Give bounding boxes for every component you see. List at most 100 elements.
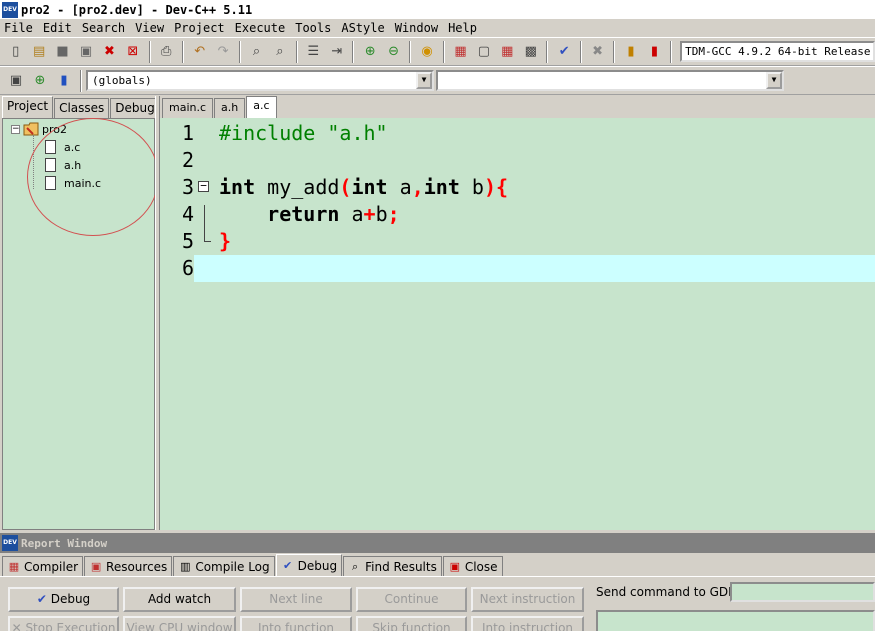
resources-icon: ▣	[90, 559, 102, 573]
tab-project[interactable]: Project	[2, 96, 54, 118]
menu-help[interactable]: Help	[444, 21, 481, 35]
project-folder-icon	[23, 122, 39, 136]
continue-button[interactable]: Continue	[356, 587, 467, 612]
tab-classes[interactable]: Classes	[54, 98, 110, 118]
menu-bar: File Edit Search View Project Execute To…	[0, 19, 875, 37]
debug-panel: ✔ Debug Add watch Next line Continue Nex…	[0, 576, 875, 631]
check-syntax-icon[interactable]: ✔	[554, 41, 574, 62]
view-cpu-window-button[interactable]: View CPU window	[123, 616, 236, 631]
undo-icon[interactable]: ↶	[189, 41, 209, 62]
title-bar: DEV pro2 - [pro2.dev] - Dev-C++ 5.11	[0, 0, 875, 19]
gdb-command-label: Send command to GDB:	[596, 585, 741, 599]
members-combo[interactable]: ▼	[436, 70, 784, 91]
class-browser-icon[interactable]: ▮	[54, 70, 75, 91]
report-window-titlebar: DEV Report Window	[0, 533, 875, 553]
annotation-circle	[27, 118, 159, 236]
replace-icon[interactable]: ⌕	[270, 41, 290, 62]
tab-label: Compile Log	[195, 559, 270, 574]
menu-file[interactable]: File	[0, 21, 37, 35]
print-icon[interactable]: ⎙	[156, 41, 176, 62]
menu-search[interactable]: Search	[78, 21, 129, 35]
stop-execution-button[interactable]: ✕ Stop Execution	[8, 616, 119, 631]
class-toolbar: ▣ ⊕ ▮ (globals) ▼ ▼	[0, 66, 875, 95]
class-nav-icon[interactable]: ▣	[6, 70, 27, 91]
toolbar-separator	[238, 40, 241, 63]
stop-icon: ✕	[11, 621, 26, 631]
tab-find-results[interactable]: ⌕ Find Results	[343, 556, 442, 576]
next-instruction-button[interactable]: Next instruction	[471, 587, 584, 612]
editor-tabs: main.c a.h a.c	[162, 96, 278, 118]
add-class-icon[interactable]: ⊕	[30, 70, 51, 91]
scope-combo[interactable]: (globals) ▼	[86, 70, 434, 91]
compiler-select[interactable]: TDM-GCC 4.9.2 64-bit Release	[680, 41, 875, 62]
chevron-down-icon[interactable]: ▼	[766, 72, 782, 89]
menu-astyle[interactable]: AStyle	[337, 21, 388, 35]
main-toolbar: ▯ ▤ ■ ▣ ✖ ⊠ ⎙ ↶ ↷ ⌕ ⌕ ☰ ⇥ ⊕ ⊖ ◉ ▦ ▢ ▦ ▩ …	[0, 37, 875, 66]
line-number: 4	[181, 202, 194, 226]
into-function-button[interactable]: Into function	[240, 616, 352, 631]
bar-chart-icon: ▥	[180, 559, 191, 573]
tab-compiler[interactable]: ▦ Compiler	[2, 556, 84, 576]
fold-toggle-icon[interactable]: −	[198, 180, 209, 192]
chevron-down-icon[interactable]: ▼	[416, 72, 432, 89]
into-instruction-button[interactable]: Into instruction	[471, 616, 584, 631]
tab-label: Debug	[297, 558, 338, 573]
tab-a-c[interactable]: a.c	[246, 96, 277, 118]
tab-a-h[interactable]: a.h	[214, 98, 246, 118]
report-tabs: ▦ Compiler ▣ Resources ▥ Compile Log ✔ Debug…	[2, 554, 504, 576]
close-file-icon[interactable]: ✖	[99, 41, 119, 62]
profile-icon[interactable]: ▮	[621, 41, 641, 62]
redo-icon[interactable]: ↷	[213, 41, 233, 62]
code-line: 1 #include "a.h"	[160, 120, 875, 147]
close-all-icon[interactable]: ⊠	[123, 41, 143, 62]
toolbar-separator	[613, 40, 616, 63]
tab-close[interactable]: ▣ Close	[442, 556, 503, 576]
debug-button[interactable]: ✔ Debug	[8, 587, 119, 612]
gdb-command-input[interactable]	[730, 582, 875, 602]
tab-resources[interactable]: ▣ Resources	[84, 556, 173, 576]
next-line-button[interactable]: Next line	[240, 587, 352, 612]
goto-line-icon[interactable]: ⇥	[327, 41, 347, 62]
menu-execute[interactable]: Execute	[231, 21, 290, 35]
tab-main-c[interactable]: main.c	[162, 98, 214, 118]
rebuild-all-icon[interactable]: ▩	[521, 41, 541, 62]
tab-debug-report[interactable]: ✔ Debug	[275, 554, 343, 576]
menu-window[interactable]: Window	[391, 21, 442, 35]
stop-execution-icon[interactable]: ✖	[587, 41, 607, 62]
button-label: Stop Execution	[25, 621, 116, 631]
toolbar-separator	[80, 69, 82, 92]
remove-from-project-icon[interactable]: ⊖	[383, 41, 403, 62]
code-text: #include "a.h"	[219, 121, 388, 145]
add-watch-button[interactable]: Add watch	[123, 587, 236, 612]
toolbar-separator	[352, 40, 355, 63]
toolbar-separator	[442, 40, 445, 63]
menu-edit[interactable]: Edit	[39, 21, 76, 35]
toolbar-separator	[546, 40, 549, 63]
menu-project[interactable]: Project	[170, 21, 229, 35]
tab-label: Compiler	[24, 559, 79, 574]
new-file-icon[interactable]: ▯	[6, 41, 26, 62]
collapse-icon[interactable]: −	[11, 124, 20, 134]
delete-profile-icon[interactable]: ▮	[644, 41, 664, 62]
code-line: 4 return a+b;	[160, 201, 875, 228]
open-project-icon[interactable]: ▤	[29, 41, 49, 62]
find-icon[interactable]: ⌕	[246, 41, 266, 62]
menu-view[interactable]: View	[131, 21, 168, 35]
indent-icon[interactable]: ☰	[303, 41, 323, 62]
project-options-icon[interactable]: ◉	[417, 41, 437, 62]
toolbar-separator	[181, 40, 184, 63]
compile-run-icon[interactable]: ▦	[497, 41, 517, 62]
compile-icon[interactable]: ▦	[450, 41, 470, 62]
skip-function-button[interactable]: Skip function	[356, 616, 467, 631]
tab-compile-log[interactable]: ▥ Compile Log	[173, 556, 275, 576]
code-line: 5 }	[160, 228, 875, 255]
code-editor[interactable]: 1 #include "a.h" 2 3 − int my_add(int a,…	[160, 118, 875, 530]
save-icon[interactable]: ■	[52, 41, 72, 62]
line-number: 5	[181, 229, 194, 253]
run-icon[interactable]: ▢	[474, 41, 494, 62]
tab-debug[interactable]: Debug	[110, 98, 160, 118]
tab-label: Find Results	[365, 559, 437, 574]
add-to-project-icon[interactable]: ⊕	[360, 41, 380, 62]
save-all-icon[interactable]: ▣	[76, 41, 96, 62]
menu-tools[interactable]: Tools	[291, 21, 335, 35]
